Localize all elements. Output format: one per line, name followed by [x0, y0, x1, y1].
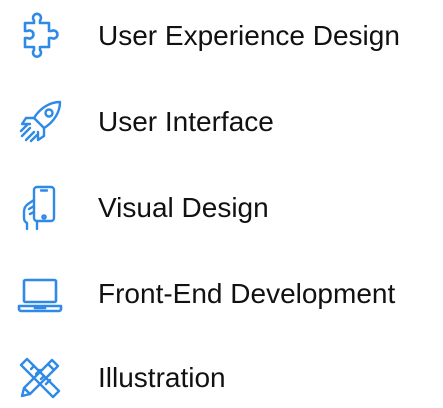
skill-label: Illustration	[98, 362, 226, 393]
skill-label: User Interface	[98, 106, 274, 137]
skill-label: Visual Design	[98, 192, 269, 223]
skill-item-user-interface: User Interface	[0, 92, 443, 152]
skill-item-illustration: Illustration	[0, 348, 443, 408]
rocket-icon	[16, 98, 64, 146]
skill-label: User Experience Design	[98, 20, 400, 51]
skill-item-visual-design: Visual Design	[0, 178, 443, 238]
skill-item-user-experience-design: User Experience Design	[0, 6, 443, 66]
skill-label: Front-End Development	[98, 278, 396, 309]
hand-holding-phone-icon	[16, 184, 64, 232]
skill-item-front-end-development: Front-End Development	[0, 264, 443, 324]
puzzle-piece-icon	[16, 12, 64, 60]
laptop-icon	[16, 270, 64, 318]
pencil-ruler-icon	[16, 354, 64, 402]
skills-list: User Experience Design User Interface Vi…	[0, 0, 443, 399]
